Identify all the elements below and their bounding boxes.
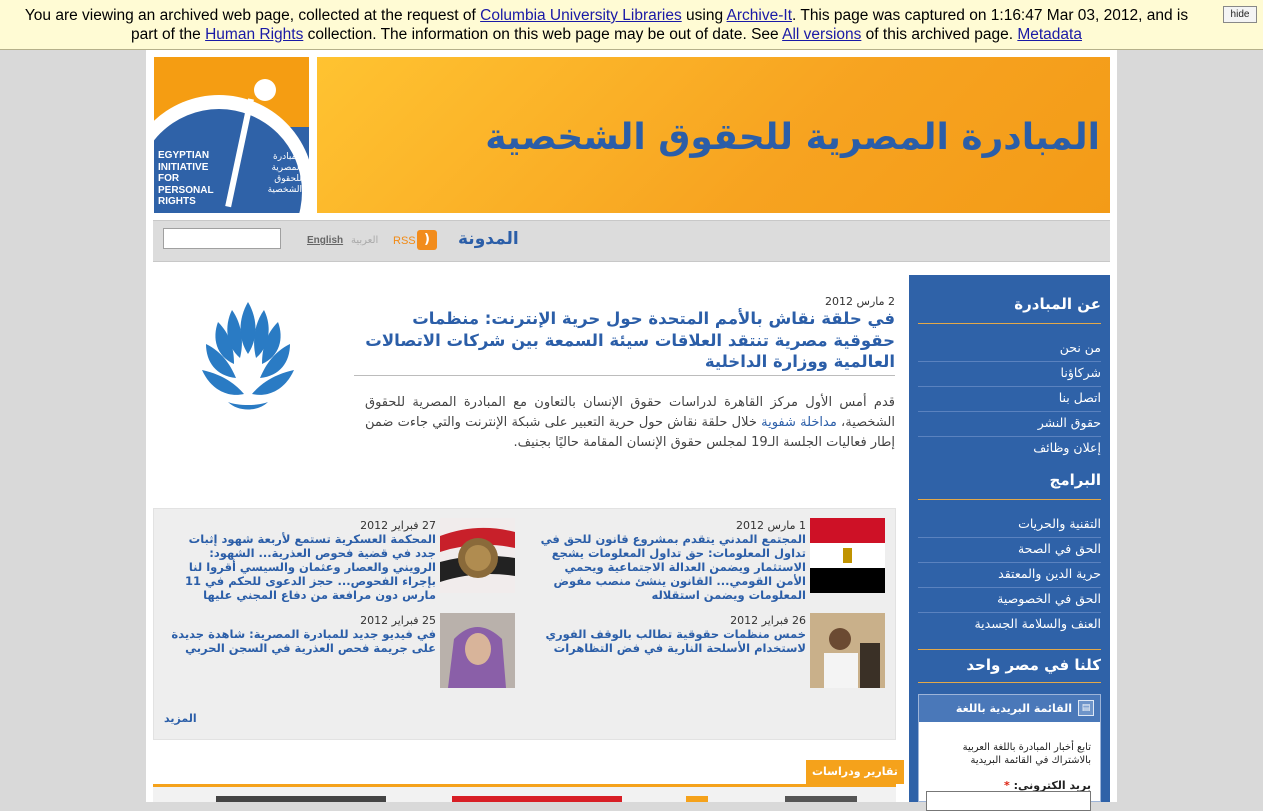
- news-thumbnail[interactable]: [440, 518, 515, 593]
- news-title-link[interactable]: في فيديو جديد للمبادرة المصرية: شاهدة جد…: [166, 627, 436, 655]
- sidebar-item-health[interactable]: الحق في الصحة: [918, 541, 1101, 556]
- archive-text-4: collection. The information on this web …: [303, 26, 783, 43]
- news-item: 27 فبراير 2012 المحكمة العسكرية تستمع لأ…: [160, 518, 515, 602]
- news-thumbnail[interactable]: [440, 613, 515, 688]
- featured-image[interactable]: [158, 290, 336, 425]
- page-container: EGYPTIAN INITIATIVE FOR PERSONAL RIGHTS …: [146, 50, 1117, 811]
- archive-text-2: using: [681, 7, 727, 24]
- news-date: 27 فبراير 2012: [360, 519, 436, 532]
- reports-strip: [153, 787, 896, 802]
- site-title: المبادرة المصرية للحقوق الشخصية: [485, 117, 1100, 158]
- news-date: 1 مارس 2012: [736, 519, 806, 532]
- news-thumbnail[interactable]: [810, 613, 885, 688]
- language-english-link[interactable]: English: [307, 235, 343, 246]
- archive-notice-bar: You are viewing an archived web page, co…: [0, 0, 1263, 50]
- sidebar-item-about-us[interactable]: من نحن: [918, 340, 1101, 355]
- sidebar: عن المبادرة من نحن شركاؤنا اتصل بنا حقوق…: [909, 275, 1110, 811]
- archive-link-all-versions[interactable]: All versions: [782, 26, 861, 43]
- newsletter-box: القائمة البريدية باللغة العربية ▤ تابع أ…: [918, 694, 1101, 811]
- rss-link[interactable]: RSS: [393, 235, 416, 247]
- archive-text-1: You are viewing an archived web page, co…: [24, 7, 481, 24]
- witness-photo-icon: [440, 613, 515, 688]
- military-emblem-flag-icon: [440, 518, 515, 593]
- featured-date: 2 مارس 2012: [825, 295, 895, 308]
- blog-link[interactable]: المدونة: [458, 229, 519, 249]
- nav-bar: English العربية RSS ) المدونة: [153, 220, 1110, 262]
- reports-tab[interactable]: تقارير ودراسات: [806, 760, 904, 784]
- news-date: 25 فبراير 2012: [360, 614, 436, 627]
- sidebar-item-privacy[interactable]: الحق في الخصوصية: [918, 591, 1101, 606]
- sidebar-item-partners[interactable]: شركاؤنا: [918, 365, 1101, 380]
- sidebar-heading-programs: البرامج: [1049, 471, 1101, 489]
- report-thumbnail[interactable]: [452, 796, 622, 802]
- sidebar-heading-about: عن المبادرة: [1014, 295, 1101, 313]
- email-field[interactable]: [926, 791, 1091, 811]
- un-olive-branch-icon: [202, 302, 294, 410]
- archive-link-columbia[interactable]: Columbia University Libraries: [480, 7, 682, 24]
- egypt-flag-icon: [810, 518, 885, 593]
- newsletter-description: تابع أخبار المبادرة باللغة العربية بالاش…: [962, 742, 1091, 766]
- language-arabic-label: العربية: [351, 235, 379, 246]
- archive-link-archiveit[interactable]: Archive-It: [727, 7, 792, 24]
- featured-body: قدم أمس الأول مركز القاهرة لدراسات حقوق …: [365, 395, 895, 450]
- news-title-link[interactable]: المجتمع المدني يتقدم بمشروع قانون للحق ف…: [536, 532, 806, 602]
- rss-icon[interactable]: ): [417, 230, 437, 250]
- report-thumbnail[interactable]: [785, 796, 857, 802]
- logo-english-text: EGYPTIAN INITIATIVE FOR PERSONAL RIGHTS: [158, 150, 214, 207]
- header-banner: المبادرة المصرية للحقوق الشخصية: [317, 57, 1110, 213]
- news-thumbnail[interactable]: [810, 518, 885, 593]
- newsletter-icon: ▤: [1078, 700, 1094, 716]
- news-title-link[interactable]: خمس منظمات حقوقية تطالب بالوقف الفوري لا…: [536, 627, 806, 655]
- news-grid: 1 مارس 2012 المجتمع المدني يتقدم بمشروع …: [153, 508, 896, 740]
- news-item: 1 مارس 2012 المجتمع المدني يتقدم بمشروع …: [530, 518, 885, 602]
- news-title-link[interactable]: المحكمة العسكرية تستمع لأربعة شهود إثبات…: [166, 532, 436, 602]
- logo-arabic-text: المبادرة المصرية للحقوق الشخصية: [267, 152, 302, 195]
- news-item: 26 فبراير 2012 خمس منظمات حقوقية تطالب ب…: [530, 613, 885, 691]
- news-item: 25 فبراير 2012 في فيديو جديد للمبادرة ال…: [160, 613, 515, 691]
- archive-link-metadata[interactable]: Metadata: [1017, 26, 1082, 43]
- archive-link-human-rights[interactable]: Human Rights: [205, 26, 303, 43]
- hide-banner-button[interactable]: hide: [1223, 6, 1257, 23]
- site-logo[interactable]: EGYPTIAN INITIATIVE FOR PERSONAL RIGHTS …: [154, 57, 309, 213]
- sidebar-item-copyright[interactable]: حقوق النشر: [918, 415, 1101, 430]
- featured-divider: [354, 375, 895, 376]
- sidebar-item-religion[interactable]: حرية الدين والمعتقد: [918, 566, 1101, 581]
- sidebar-item-tech-freedoms[interactable]: التقنية والحريات: [918, 516, 1101, 531]
- archive-text-5: of this archived page.: [861, 26, 1018, 43]
- sidebar-item-jobs[interactable]: إعلان وظائف: [918, 440, 1101, 455]
- logo-sun-icon: [254, 79, 276, 101]
- newsletter-title: القائمة البريدية باللغة العربية: [919, 695, 1100, 742]
- sidebar-item-violence[interactable]: العنف والسلامة الجسدية: [918, 616, 1101, 631]
- featured-title-link[interactable]: في حلقة نقاش بالأمم المتحدة حول حرية الإ…: [365, 308, 895, 373]
- featured-body-link[interactable]: مداخلة شفوية: [761, 415, 837, 430]
- speaker-photo-icon: [810, 613, 885, 688]
- report-thumbnail[interactable]: [686, 796, 708, 802]
- search-input[interactable]: [163, 228, 281, 249]
- sidebar-slogan: كلنا في مصر واحد: [966, 656, 1101, 674]
- report-thumbnail[interactable]: [216, 796, 386, 802]
- more-news-link[interactable]: المزيد: [164, 712, 197, 725]
- news-date: 26 فبراير 2012: [730, 614, 806, 627]
- sidebar-item-contact[interactable]: اتصل بنا: [918, 390, 1101, 405]
